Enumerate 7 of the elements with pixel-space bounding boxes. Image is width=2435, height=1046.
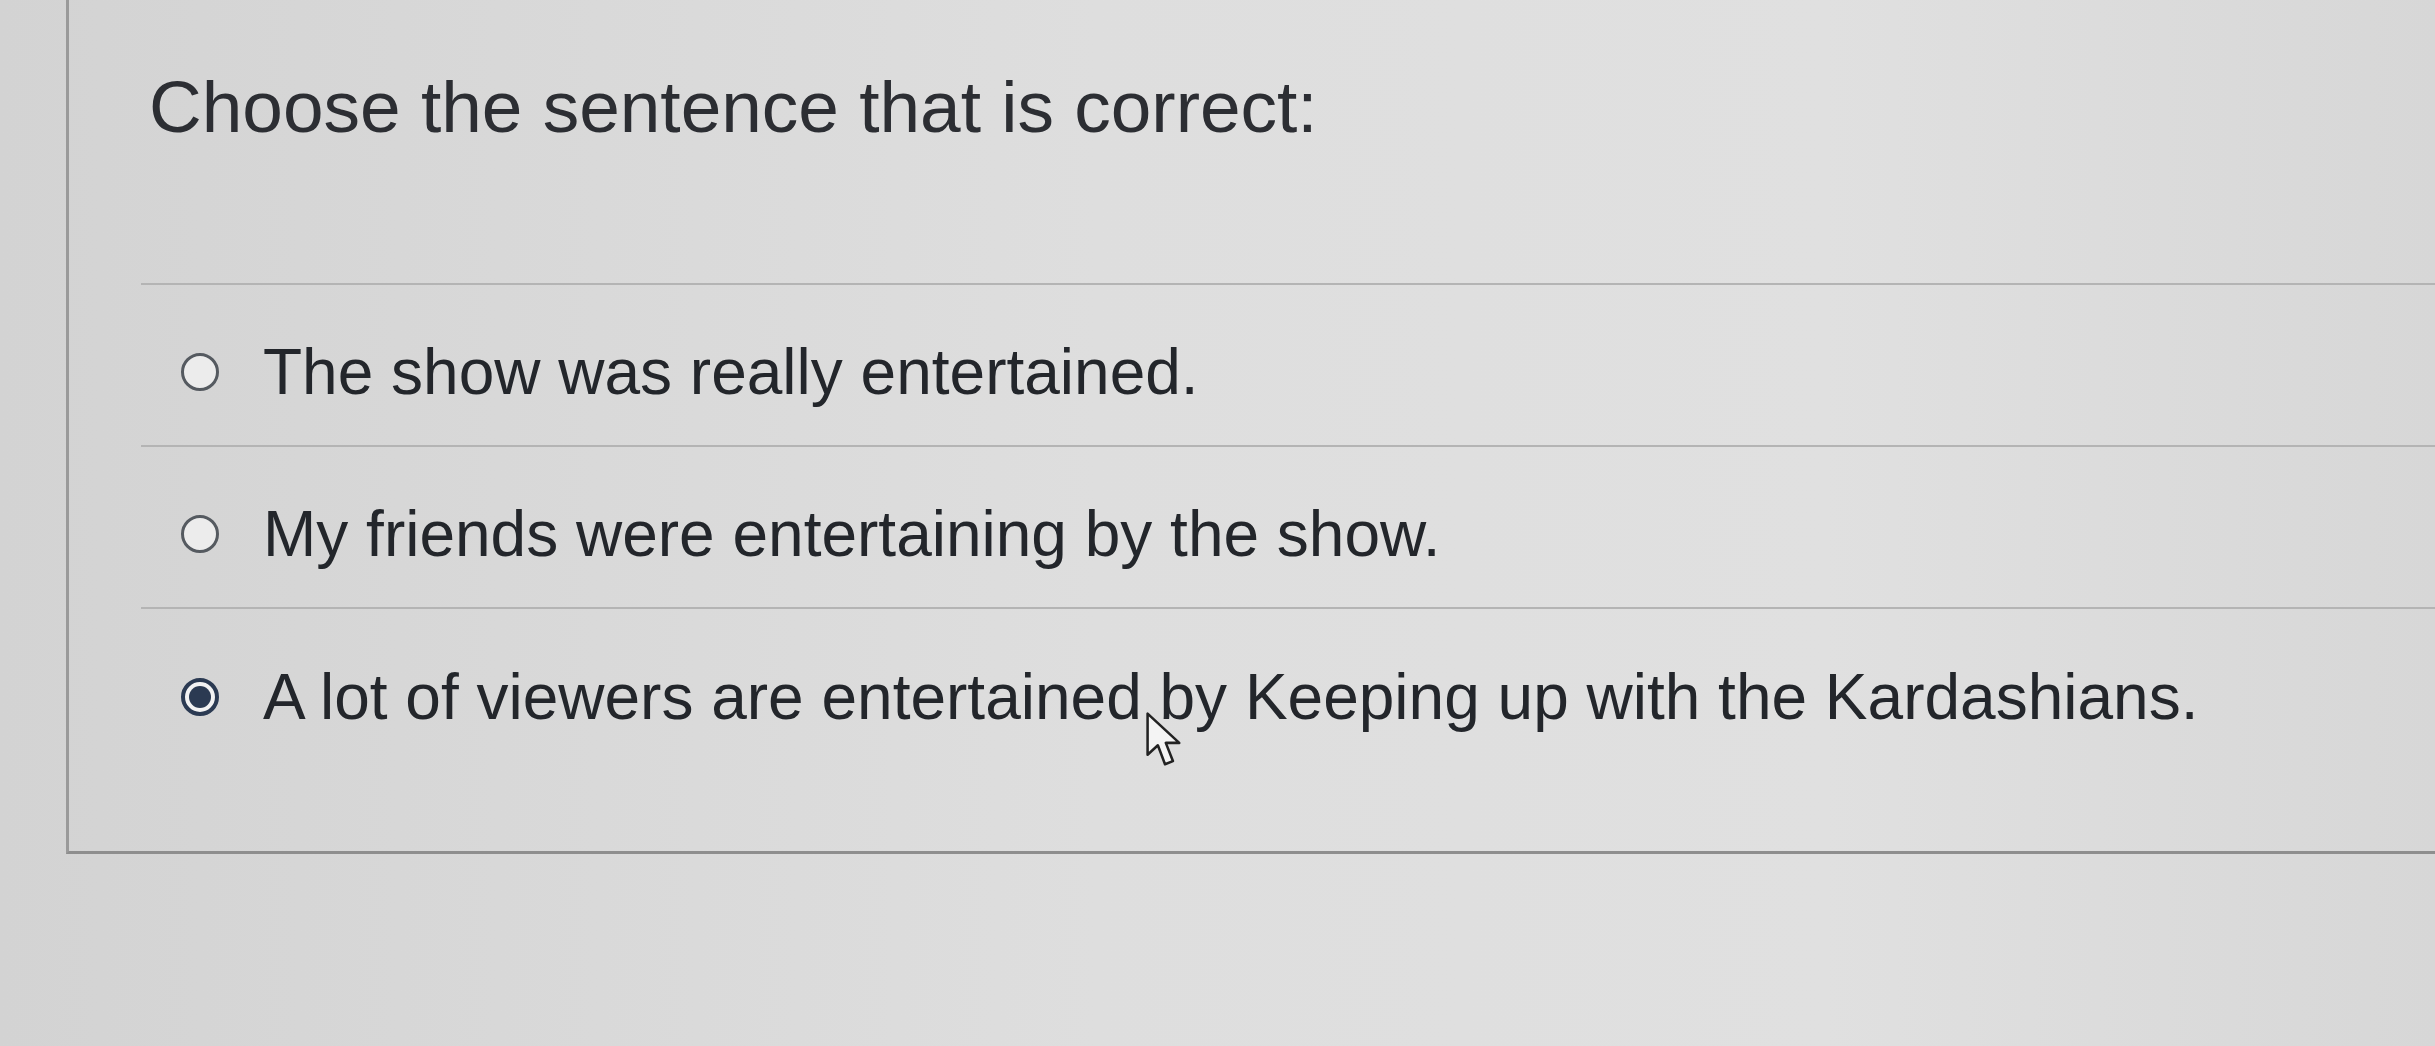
- option-label[interactable]: A lot of viewers are entertained by Keeping up with the Kardashians.: [263, 659, 2199, 735]
- radio-button[interactable]: [181, 515, 219, 553]
- option-label[interactable]: My friends were entertaining by the show.: [263, 496, 1441, 572]
- radio-button[interactable]: [181, 353, 219, 391]
- option-label[interactable]: The show was really entertained.: [263, 334, 1199, 410]
- question-prompt: Choose the sentence that is correct:: [149, 65, 1318, 149]
- radio-button[interactable]: [181, 678, 219, 716]
